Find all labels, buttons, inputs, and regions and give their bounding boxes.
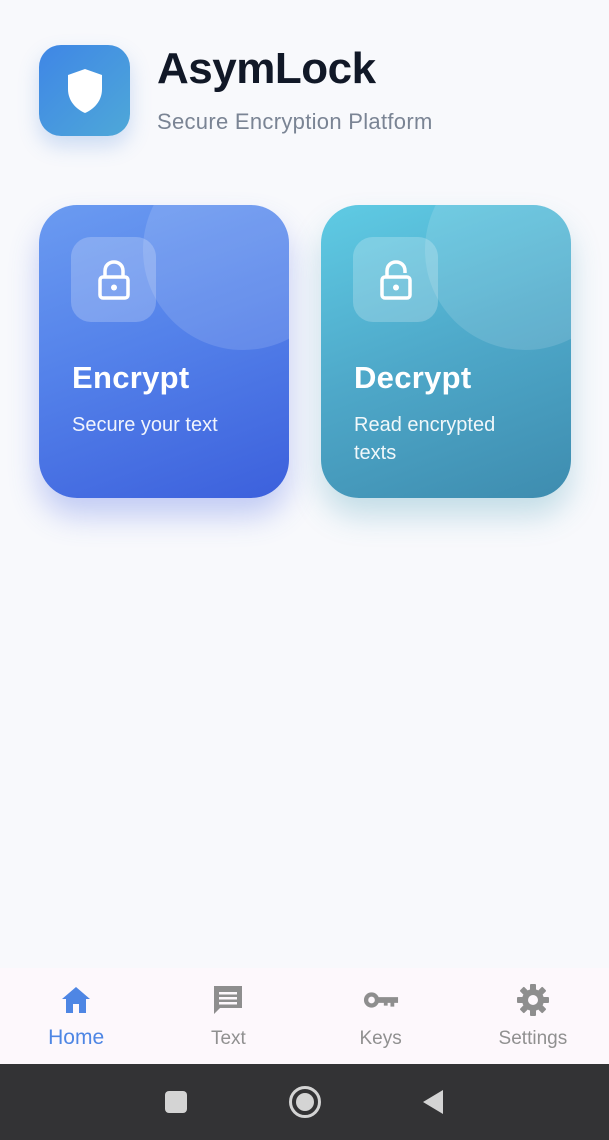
gear-icon <box>516 984 549 1016</box>
app-screen: AsymLock Secure Encryption Platform Encr… <box>0 0 609 1140</box>
decrypt-icon-box <box>353 237 438 322</box>
encrypt-icon-box <box>71 237 156 322</box>
decrypt-card-title: Decrypt <box>354 360 472 395</box>
home-circle-icon <box>289 1086 321 1118</box>
app-title: AsymLock <box>157 43 376 93</box>
nav-item-home[interactable]: Home <box>0 968 152 1064</box>
unlock-icon <box>379 259 412 300</box>
lock-icon <box>97 259 130 300</box>
shield-icon <box>67 68 102 113</box>
back-button[interactable] <box>421 1088 445 1116</box>
decorative-circle <box>143 205 289 350</box>
nav-label-text: Text <box>210 1028 246 1049</box>
recents-button[interactable] <box>164 1090 188 1114</box>
bottom-navigation: Home Text Keys Settings <box>0 968 609 1064</box>
home-icon <box>62 987 91 1013</box>
system-home-button[interactable] <box>288 1085 322 1119</box>
nav-item-settings[interactable]: Settings <box>457 968 609 1064</box>
nav-label-home: Home <box>48 1026 105 1049</box>
nav-label-settings: Settings <box>498 1028 568 1049</box>
encrypt-card-title: Encrypt <box>72 360 190 395</box>
message-icon <box>214 986 243 1014</box>
app-header: AsymLock Secure Encryption Platform <box>39 45 433 136</box>
system-navigation-bar <box>0 1064 609 1140</box>
nav-item-text[interactable]: Text <box>152 968 304 1064</box>
key-icon <box>363 992 398 1008</box>
nav-item-keys[interactable]: Keys <box>305 968 457 1064</box>
encrypt-card-description: Secure your text <box>72 414 218 436</box>
app-subtitle: Secure Encryption Platform <box>157 108 433 134</box>
recents-icon <box>165 1091 187 1113</box>
app-logo <box>39 45 130 136</box>
decorative-circle <box>425 205 571 350</box>
decrypt-card[interactable]: Decrypt Read encrypted texts <box>321 205 571 498</box>
encrypt-card[interactable]: Encrypt Secure your text <box>39 205 289 498</box>
back-icon <box>423 1090 443 1114</box>
nav-label-keys: Keys <box>359 1028 402 1049</box>
decrypt-card-description: Read encrypted texts <box>354 414 496 464</box>
